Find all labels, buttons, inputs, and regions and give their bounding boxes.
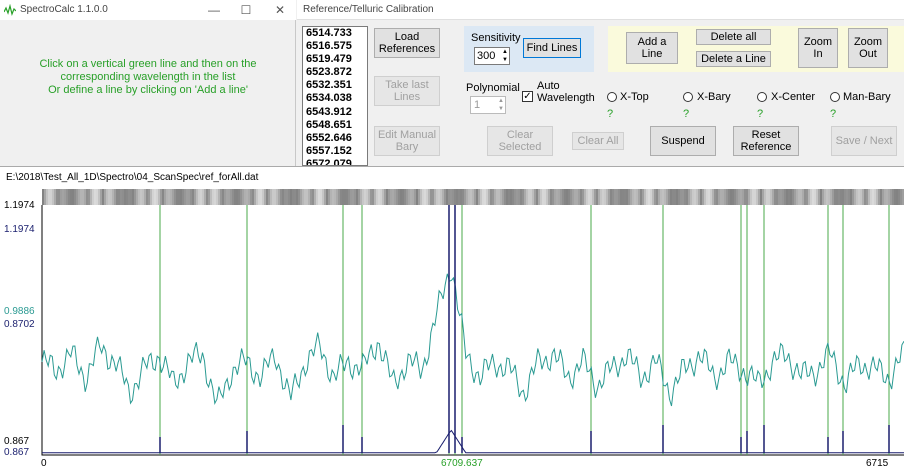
radio-man-bary[interactable] bbox=[830, 92, 840, 102]
y-label-mid-teal: 0.9886 bbox=[4, 306, 35, 317]
wavelength-item[interactable]: 6523.872 bbox=[303, 66, 367, 79]
delete-all-button[interactable]: Delete all bbox=[696, 29, 771, 45]
edit-manual-bary-button[interactable]: Edit Manual Bary bbox=[374, 126, 440, 156]
wavelength-item[interactable]: 6534.038 bbox=[303, 92, 367, 105]
y-label-top-blue: 1.1974 bbox=[4, 224, 35, 235]
app-title: SpectroCalc 1.1.0.0 bbox=[20, 4, 108, 15]
wavelength-list[interactable]: 6514.733 6516.575 6519.479 6523.872 6532… bbox=[302, 26, 368, 166]
add-line-button[interactable]: Add a Line bbox=[626, 32, 678, 64]
instruction-line: corresponding wavelength in the list bbox=[60, 71, 236, 83]
y-label-bottom-blue: 0.867 bbox=[4, 447, 30, 458]
instructions-text: Click on a vertical green line and then … bbox=[0, 58, 296, 97]
load-references-button[interactable]: Load References bbox=[374, 28, 440, 58]
wavelength-item[interactable]: 6543.912 bbox=[303, 106, 367, 119]
wavelength-item[interactable]: 6552.646 bbox=[303, 132, 367, 145]
suspend-button[interactable]: Suspend bbox=[650, 126, 716, 156]
sensitivity-label: Sensitivity bbox=[471, 32, 521, 44]
delete-line-button[interactable]: Delete a Line bbox=[696, 51, 771, 67]
sensitivity-spinner[interactable]: 300 ▲ ▼ bbox=[474, 47, 510, 65]
radio-x-top[interactable] bbox=[607, 92, 617, 102]
instruction-line: Or define a line by clicking on 'Add a l… bbox=[48, 84, 248, 96]
wavelength-item[interactable]: 6557.152 bbox=[303, 145, 367, 158]
radio-x-bary-label: X-Bary bbox=[697, 91, 731, 103]
file-path-label: E:\2018\Test_All_1D\Spectro\04_ScanSpec\… bbox=[6, 172, 259, 183]
radio-x-center[interactable] bbox=[757, 92, 767, 102]
hint-x-top: ? bbox=[607, 108, 614, 120]
wavelength-item[interactable]: 6516.575 bbox=[303, 40, 367, 53]
find-lines-button[interactable]: Find Lines bbox=[523, 38, 581, 58]
x-label-center: 6709.637 bbox=[441, 458, 483, 469]
maximize-button[interactable]: ☐ bbox=[234, 2, 258, 18]
app-icon bbox=[4, 4, 16, 16]
instruction-line: Click on a vertical green line and then … bbox=[39, 58, 257, 70]
auto-wavelength-checkbox[interactable]: ✓ bbox=[522, 91, 533, 102]
radio-x-bary[interactable] bbox=[683, 92, 693, 102]
polynomial-value: 1 bbox=[474, 99, 481, 111]
radio-x-top-label: X-Top bbox=[620, 91, 649, 103]
wavelength-item[interactable]: 6572.079 bbox=[303, 158, 367, 165]
x-label-right: 6715 bbox=[866, 458, 889, 469]
wavelength-item[interactable]: 6548.651 bbox=[303, 119, 367, 132]
auto-wavelength-label: Auto Wavelength bbox=[537, 80, 595, 104]
sensitivity-value: 300 bbox=[477, 50, 496, 62]
y-label-bottom-black: 0.867 bbox=[4, 436, 30, 447]
wavelength-item[interactable]: 6514.733 bbox=[303, 27, 367, 40]
hint-x-bary: ? bbox=[683, 108, 690, 120]
save-next-button[interactable]: Save / Next bbox=[831, 126, 897, 156]
clear-all-button[interactable]: Clear All bbox=[572, 132, 624, 150]
wavelength-item[interactable]: 6519.479 bbox=[303, 53, 367, 66]
spinner-arrows-icon[interactable]: ▲ ▼ bbox=[502, 48, 508, 64]
hint-x-center: ? bbox=[757, 108, 764, 120]
plot-axis bbox=[41, 205, 904, 456]
series-line-0 bbox=[41, 273, 904, 407]
polynomial-spinner[interactable]: 1 ▲ ▼ bbox=[470, 96, 506, 114]
spinner-arrows-icon[interactable]: ▲ ▼ bbox=[498, 97, 504, 113]
calibration-title: Reference/Telluric Calibration bbox=[303, 4, 434, 15]
spectrum-chart[interactable] bbox=[0, 189, 904, 471]
hint-man-bary: ? bbox=[830, 108, 837, 120]
wavelength-item[interactable]: 6532.351 bbox=[303, 79, 367, 92]
clear-selected-button[interactable]: Clear Selected bbox=[487, 126, 553, 156]
series-line-1 bbox=[42, 429, 904, 454]
close-button[interactable]: ✕ bbox=[268, 2, 292, 18]
zoom-in-button[interactable]: Zoom In bbox=[798, 28, 838, 68]
minimize-button[interactable]: — bbox=[202, 2, 226, 18]
zoom-out-button[interactable]: Zoom Out bbox=[848, 28, 888, 68]
reset-reference-button[interactable]: Reset Reference bbox=[733, 126, 799, 156]
radio-man-bary-label: Man-Bary bbox=[843, 91, 891, 103]
take-last-lines-button[interactable]: Take last Lines bbox=[374, 76, 440, 106]
x-label-left: 0 bbox=[41, 458, 47, 469]
polynomial-label: Polynomial bbox=[466, 82, 520, 94]
y-label-top-black: 1.1974 bbox=[4, 200, 35, 211]
y-label-mid-blue: 0.8702 bbox=[4, 319, 35, 330]
radio-x-center-label: X-Center bbox=[771, 91, 816, 103]
